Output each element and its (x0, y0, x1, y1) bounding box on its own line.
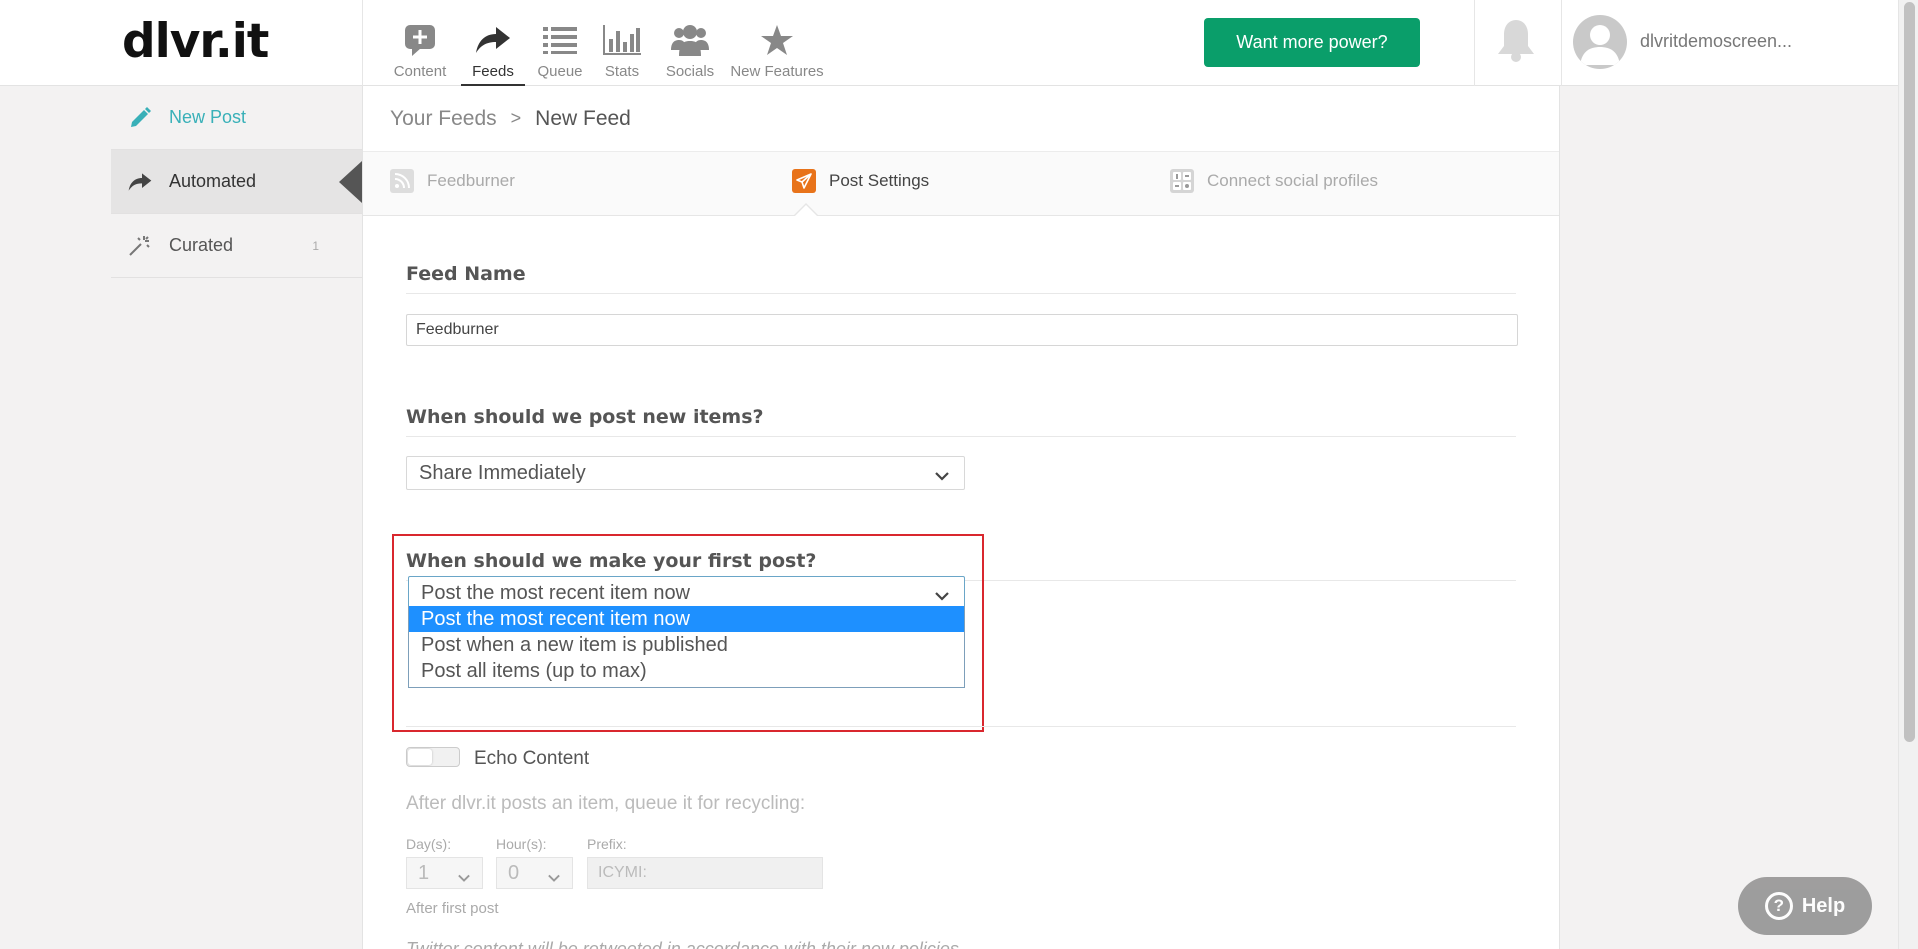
days-value: 1 (418, 861, 430, 884)
first-post-options-list: Post the most recent item now Post when … (408, 606, 965, 688)
rss-icon (390, 169, 414, 193)
first-post-option[interactable]: Post the most recent item now (409, 606, 964, 632)
people-icon (671, 22, 709, 58)
sidebar-item-label: Curated (169, 235, 234, 255)
main-panel: Your Feeds > New Feed Feedburner Post Se… (362, 86, 1560, 949)
share-arrow-icon (475, 22, 511, 58)
step-label: Connect social profiles (1207, 171, 1379, 190)
magic-wand-icon (111, 235, 169, 257)
post-new-items-value: Share Immediately (419, 461, 586, 484)
step-label: Feedburner (427, 171, 515, 190)
chevron-down-icon (934, 466, 950, 489)
help-button[interactable]: ? Help (1738, 877, 1872, 935)
chevron-down-icon (547, 867, 561, 890)
step-feedburner[interactable]: Feedburner (390, 169, 515, 193)
first-post-option[interactable]: Post when a new item is published (409, 632, 964, 658)
step-connect-social-profiles[interactable]: Connect social profiles (1170, 169, 1378, 193)
step-label: Post Settings (829, 171, 930, 190)
sidebar: New Post Automated Curated 1 (111, 86, 362, 278)
wizard-steps: Feedburner Post Settings Connect social … (363, 152, 1559, 216)
want-more-power-button[interactable]: Want more power? (1204, 18, 1420, 67)
nav-queue[interactable]: Queue (536, 0, 584, 86)
nav-socials[interactable]: Socials (664, 0, 716, 86)
step-post-settings[interactable]: Post Settings (792, 169, 929, 193)
chevron-down-icon (457, 867, 471, 890)
sidebar-item-new-post[interactable]: New Post (111, 86, 362, 150)
nav-stats-label: Stats (604, 63, 640, 80)
hours-select[interactable]: 0 (496, 857, 573, 889)
social-grid-icon (1170, 169, 1194, 193)
question-icon: ? (1764, 892, 1793, 920)
recycle-description: After dlvr.it posts an item, queue it fo… (406, 793, 806, 814)
nav-new-features[interactable]: New Features (730, 0, 824, 86)
list-icon (543, 22, 577, 58)
breadcrumb: Your Feeds > New Feed (363, 86, 1559, 152)
divider (406, 436, 1516, 437)
hours-label: Hour(s): (496, 836, 547, 852)
nav-feeds-label: Feeds (472, 63, 514, 80)
logo[interactable]: dlvr.it (122, 14, 269, 69)
top-bar: dlvr.it Content Feeds Queue Stats Social… (0, 0, 1898, 86)
bell-icon[interactable] (1496, 18, 1536, 67)
nav-socials-label: Socials (665, 63, 715, 80)
first-post-value: Post the most recent item now (421, 581, 691, 604)
twitter-policy-note: Twitter content will be retweeted in acc… (406, 939, 964, 949)
first-post-option[interactable]: Post all items (up to max) (409, 658, 964, 684)
divider (406, 726, 1516, 727)
scrollbar[interactable] (1898, 0, 1918, 949)
nav-feeds[interactable]: Feeds (461, 0, 525, 86)
days-select[interactable]: 1 (406, 857, 483, 889)
first-post-select[interactable]: Post the most recent item now (408, 576, 965, 610)
divider (406, 293, 1516, 294)
echo-content-toggle[interactable] (406, 747, 460, 767)
sidebar-item-automated[interactable]: Automated (111, 150, 362, 214)
sidebar-item-label: New Post (169, 107, 247, 127)
scrollbar-thumb[interactable] (1904, 2, 1915, 742)
after-first-post-note: After first post (406, 900, 499, 917)
main-nav: Content Feeds Queue Stats Socials New Fe… (362, 0, 824, 86)
feed-name-input[interactable]: Feedburner (406, 314, 1518, 346)
username[interactable]: dlvritdemoscreen... (1640, 31, 1792, 52)
star-icon (761, 22, 793, 58)
paper-plane-icon (792, 169, 816, 193)
feed-name-title: Feed Name (406, 263, 526, 285)
post-new-items-select[interactable]: Share Immediately (406, 456, 965, 490)
prefix-label: Prefix: (587, 836, 627, 852)
first-post-title: When should we make your first post? (406, 550, 817, 572)
nav-divider (1561, 0, 1562, 86)
post-new-items-title: When should we post new items? (406, 406, 764, 428)
curated-count-badge: 1 (312, 238, 319, 253)
nav-new-features-label: New Features (730, 63, 824, 80)
plus-comment-icon (403, 22, 437, 58)
share-arrow-icon (111, 172, 169, 192)
breadcrumb-current: New Feed (535, 106, 631, 130)
breadcrumb-your-feeds[interactable]: Your Feeds (390, 107, 497, 131)
echo-content-label: Echo Content (474, 748, 590, 769)
nav-divider (1474, 0, 1475, 86)
help-label: Help (1801, 894, 1846, 917)
active-step-pointer (795, 205, 817, 216)
hours-value: 0 (508, 861, 520, 884)
nav-content-label: Content (393, 63, 447, 80)
days-label: Day(s): (406, 836, 452, 852)
sidebar-item-curated[interactable]: Curated 1 (111, 214, 362, 278)
breadcrumb-separator: > (510, 108, 522, 128)
nav-content[interactable]: Content (390, 0, 450, 86)
pencil-icon (111, 106, 169, 129)
bar-chart-icon (603, 22, 641, 58)
sidebar-item-label: Automated (169, 171, 257, 191)
prefix-input[interactable]: ICYMI: (587, 857, 823, 889)
nav-stats[interactable]: Stats (600, 0, 644, 86)
avatar[interactable] (1573, 15, 1627, 69)
nav-queue-label: Queue (537, 63, 583, 80)
